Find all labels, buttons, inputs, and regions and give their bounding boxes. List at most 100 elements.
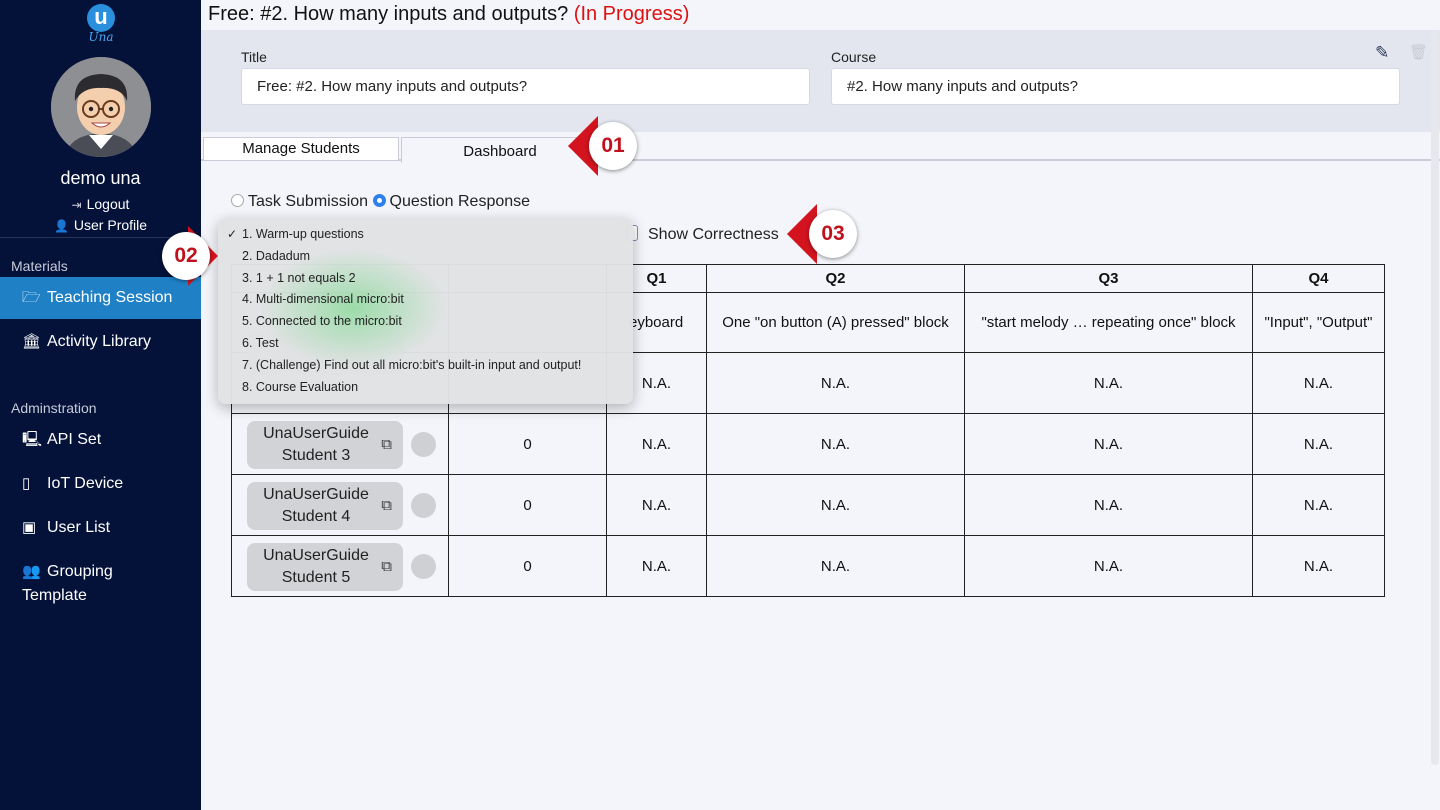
session-dropdown-menu: ✓ 1. Warm-up questions 2. Dadadum 3. 1 + …	[218, 218, 633, 404]
student-name-line1: UnaUserGuide	[263, 486, 369, 503]
task-submission-label: Task Submission	[248, 193, 369, 210]
q3-header: Q3	[964, 264, 1253, 293]
sidebar-item-activity-library[interactable]: 🏛 Activity Library	[0, 321, 201, 363]
status-badge: (In Progress)	[573, 3, 690, 25]
dropdown-item-label: 1. Warm-up questions	[242, 227, 364, 241]
monitor-icon: 🖳	[22, 431, 43, 448]
profile-label: User Profile	[73, 217, 148, 233]
tablet-icon: ▯	[22, 475, 31, 492]
student-button[interactable]: UnaUserGuide Student 4 ⧉	[247, 482, 403, 530]
q2-text: One "on button (A) pressed" block	[706, 292, 965, 353]
student-name-line1: UnaUserGuide	[263, 425, 369, 442]
dropdown-item[interactable]: 3. 1 + 1 not equals 2	[218, 268, 633, 290]
course-label: Course	[831, 49, 877, 65]
trash-icon[interactable]: 🗑	[1409, 43, 1428, 61]
course-field[interactable]: #2. How many inputs and outputs?	[831, 68, 1400, 105]
status-dot	[411, 493, 436, 518]
task-submission-option[interactable]: Task Submission	[231, 193, 368, 210]
external-link-icon[interactable]: ⧉	[381, 495, 392, 517]
avatar-illustration	[51, 57, 151, 157]
table-cell: N.A.	[964, 413, 1253, 475]
show-correctness-toggle[interactable]: Show Correctness	[626, 225, 779, 244]
table-cell: N.A.	[1252, 474, 1385, 536]
dropdown-item[interactable]: 2. Dadadum	[218, 246, 633, 268]
q2-header: Q2	[706, 264, 965, 293]
user-icon: 👤	[53, 219, 69, 233]
table-row: UnaUserGuide Student 3 ⧉ 0 N.A. N.A. N.A…	[231, 413, 1385, 475]
table-row: UnaUserGuide Student 5 ⧉ 0 N.A. N.A. N.A…	[231, 535, 1385, 597]
sidebar-item-api-set[interactable]: 🖳 API Set	[0, 419, 201, 461]
q4-text: "Input", "Output"	[1252, 292, 1385, 353]
logout-label: Logout	[86, 196, 130, 212]
table-cell: N.A.	[1252, 413, 1385, 475]
student-name-line2: Student 5	[281, 569, 351, 586]
scrollbar[interactable]	[1431, 30, 1439, 765]
tab-manage-students[interactable]: Manage Students	[203, 137, 399, 161]
student-button[interactable]: UnaUserGuide Student 3 ⧉	[247, 421, 403, 469]
sidebar-item-teaching-session[interactable]: 🗁 Teaching Session	[0, 277, 201, 319]
radio-task-submission[interactable]	[231, 194, 244, 207]
status-dot	[411, 432, 436, 457]
question-response-label: Question Response	[389, 193, 531, 210]
table-cell: N.A.	[964, 352, 1253, 414]
table-cell: N.A.	[706, 535, 965, 597]
dropdown-item[interactable]: 6. Test	[218, 333, 633, 355]
sidebar-item-label: Teaching Session	[47, 289, 173, 306]
table-cell: N.A.	[1252, 352, 1385, 414]
question-response-option[interactable]: Question Response	[372, 193, 531, 210]
username: demo una	[60, 168, 141, 188]
sidebar-item-iot-device[interactable]: ▯ IoT Device	[0, 463, 201, 505]
user-profile-link[interactable]: 👤 User Profile	[0, 217, 201, 233]
brand-name: Una	[88, 30, 114, 44]
sidebar-item-label: API Set	[47, 431, 102, 448]
session-title: Free: #2. How many inputs and outputs?	[208, 3, 569, 25]
table-cell: N.A.	[964, 535, 1253, 597]
student-button[interactable]: UnaUserGuide Student 5 ⧉	[247, 543, 403, 591]
table-cell: N.A.	[606, 535, 707, 597]
radio-question-response[interactable]	[372, 194, 386, 207]
dropdown-item-label: 2. Dadadum	[242, 248, 311, 263]
bank-icon: 🏛	[22, 333, 42, 350]
page-title: Free: #2. How many inputs and outputs? (…	[208, 3, 689, 26]
show-correctness-label: Show Correctness	[648, 226, 779, 243]
sidebar-item-user-list[interactable]: ▣ User List	[0, 507, 201, 549]
dropdown-item-label: 8. Course Evaluation	[242, 379, 359, 394]
sidebar-item-label: Activity Library	[47, 333, 152, 350]
score-cell: 0	[448, 413, 607, 475]
view-mode-radios: Task Submission Question Response	[231, 193, 530, 211]
dropdown-item[interactable]: 4. Multi-dimensional micro:bit	[218, 289, 633, 311]
table-row: UnaUserGuide Student 4 ⧉ 0 N.A. N.A. N.A…	[231, 474, 1385, 536]
external-link-icon[interactable]: ⧉	[381, 434, 392, 456]
student-name-line1: UnaUserGuide	[263, 547, 369, 564]
app-logo[interactable]: u Una	[84, 4, 118, 44]
table-cell: N.A.	[706, 352, 965, 414]
materials-section-label: Materials	[11, 258, 68, 274]
callout-03: 03	[809, 210, 857, 258]
table-cell: N.A.	[1252, 535, 1385, 597]
dropdown-item[interactable]: 7. (Challenge) Find out all micro:bit's …	[218, 355, 633, 377]
dropdown-item-label: 7. (Challenge) Find out all micro:bit's …	[242, 357, 582, 372]
users-icon: 👥	[22, 563, 41, 580]
dropdown-item[interactable]: 5. Connected to the micro:bit	[218, 311, 633, 333]
callout-02: 02	[162, 232, 210, 280]
student-cell: UnaUserGuide Student 4 ⧉	[231, 474, 449, 536]
q4-header: Q4	[1252, 264, 1385, 293]
title-field[interactable]: Free: #2. How many inputs and outputs?	[241, 68, 810, 105]
student-cell: UnaUserGuide Student 5 ⧉	[231, 535, 449, 597]
edit-icon[interactable]: ✎	[1375, 43, 1389, 63]
sidebar-item-grouping-template[interactable]: 👥 Grouping Template	[0, 560, 180, 608]
sidebar-item-label: IoT Device	[47, 475, 124, 492]
sidebar-item-label: User List	[47, 519, 111, 536]
administration-section-label: Adminstration	[11, 400, 97, 416]
title-label: Title	[241, 49, 267, 65]
logout-link[interactable]: ⇥ Logout	[0, 196, 201, 212]
avatar	[51, 57, 151, 157]
sidebar: u Una demo una ⇥ Logout 👤 User Profile Mat…	[0, 0, 201, 810]
status-dot	[411, 554, 436, 579]
score-cell: 0	[448, 535, 607, 597]
dropdown-item[interactable]: 8. Course Evaluation	[218, 377, 633, 399]
external-link-icon[interactable]: ⧉	[381, 556, 392, 578]
dropdown-item-label: 3. 1 + 1 not equals 2	[242, 270, 356, 285]
callout-01: 01	[589, 122, 637, 170]
dropdown-item[interactable]: ✓ 1. Warm-up questions	[218, 224, 633, 246]
